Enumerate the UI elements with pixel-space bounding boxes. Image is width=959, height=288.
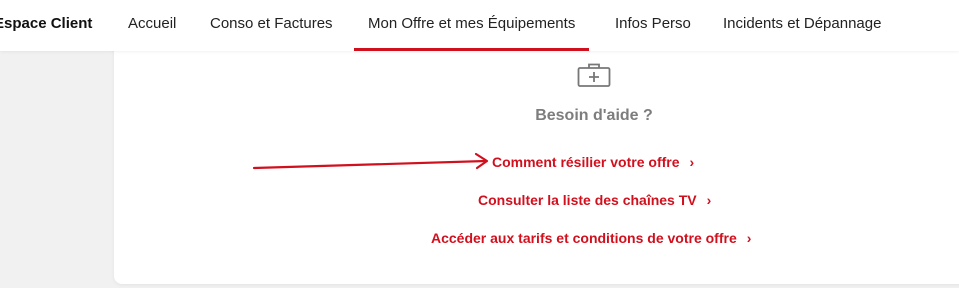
chevron-right-icon: › [706, 192, 712, 208]
brand-espace-client[interactable]: Espace Client [0, 0, 92, 51]
nav-tab-incidents-depannage[interactable]: Incidents et Dépannage [723, 0, 881, 51]
link-label: Consulter la liste des chaînes TV [478, 192, 697, 208]
link-resilier-offre[interactable]: Comment résilier votre offre › [492, 151, 694, 173]
chevron-right-icon: › [689, 154, 695, 170]
medical-kit-icon [577, 63, 611, 87]
chevron-right-icon: › [746, 230, 752, 246]
top-navigation: Espace Client Accueil Conso et Factures … [0, 0, 959, 51]
nav-tab-offre-equipements[interactable]: Mon Offre et mes Équipements [354, 0, 590, 51]
link-liste-chaines-tv[interactable]: Consulter la liste des chaînes TV › [478, 189, 711, 211]
link-label: Accéder aux tarifs et conditions de votr… [431, 230, 737, 246]
nav-tab-accueil[interactable]: Accueil [128, 0, 176, 51]
annotation-arrow [252, 152, 489, 170]
link-tarifs-conditions[interactable]: Accéder aux tarifs et conditions de votr… [431, 227, 751, 249]
link-label: Comment résilier votre offre [492, 154, 680, 170]
nav-tab-infos-perso[interactable]: Infos Perso [615, 0, 691, 51]
nav-tab-conso-factures[interactable]: Conso et Factures [210, 0, 333, 51]
help-title: Besoin d'aide ? [535, 107, 653, 124]
